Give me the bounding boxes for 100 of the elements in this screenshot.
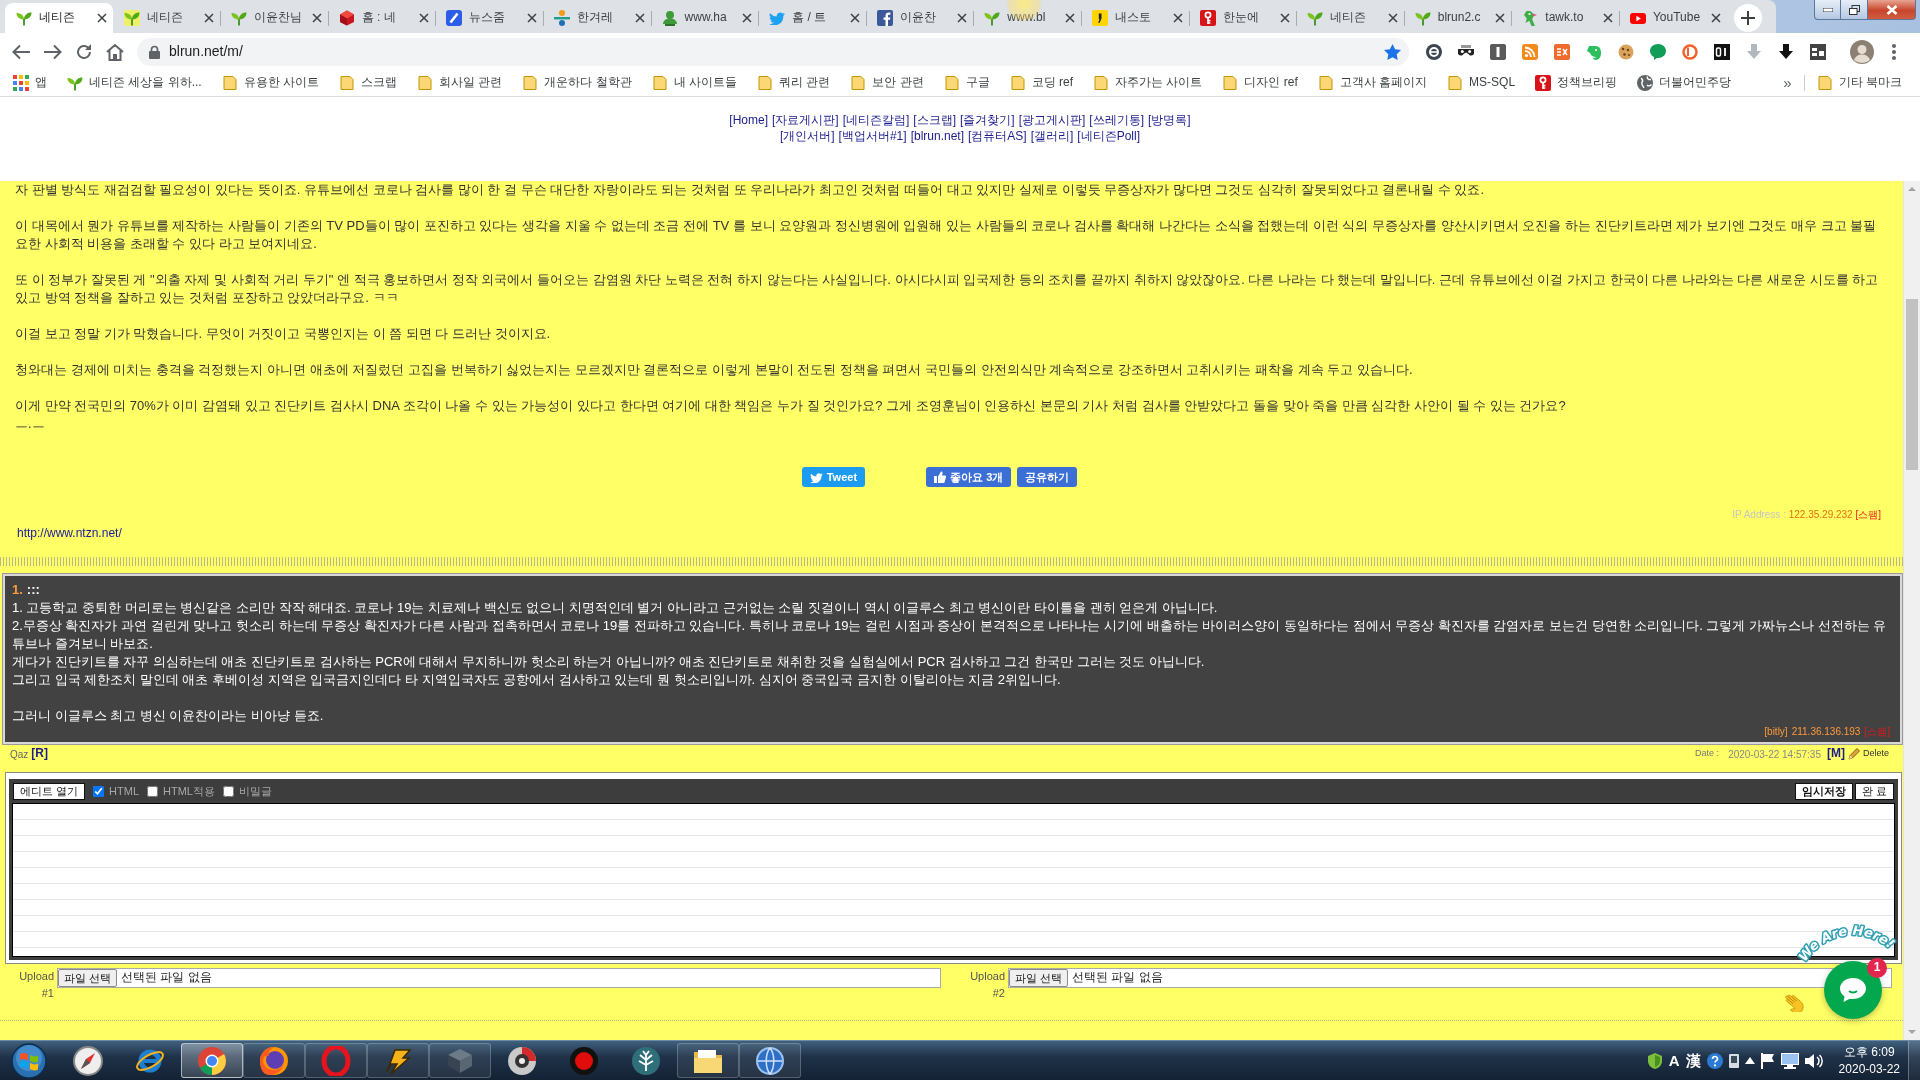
browser-tab[interactable]: 이윤찬 [865, 3, 974, 33]
minimize-button[interactable] [1814, 0, 1841, 20]
browser-tab[interactable]: 네티즌 [5, 3, 113, 33]
reply-link[interactable]: [R] [31, 746, 48, 762]
bookmark-item[interactable]: 코딩 ref [1009, 75, 1074, 91]
close-button[interactable] [1868, 0, 1916, 20]
taskbar-app-button[interactable] [677, 1043, 739, 1078]
bookmark-item[interactable]: 디자인 ref [1222, 75, 1298, 91]
reload-icon[interactable] [75, 42, 93, 61]
nav-link[interactable]: [네티즌Poll] [1077, 128, 1141, 144]
bookmark-item[interactable]: MS-SQL [1447, 75, 1516, 91]
nav-link[interactable]: [개인서버] [779, 128, 835, 144]
browser-tab[interactable]: www.bl [973, 3, 1081, 33]
download-arrow-icon[interactable] [1778, 43, 1794, 60]
bookmark-item[interactable]: 네티즌 세상을 위하... [67, 75, 202, 91]
bookmark-item[interactable]: 보안 관련 [850, 75, 924, 91]
file-field[interactable]: 파일 선택 선택된 파일 없음 [57, 968, 941, 988]
close-icon[interactable] [96, 13, 107, 23]
back-icon[interactable] [11, 43, 31, 60]
bookmark-item[interactable]: 앱 [13, 75, 47, 91]
help-icon[interactable] [1706, 1052, 1723, 1069]
browser-tab[interactable]: 네티즌 [1296, 3, 1404, 33]
speech-bubble-icon[interactable] [1650, 43, 1666, 60]
close-icon[interactable] [849, 13, 860, 23]
bookmark-item[interactable]: 쿼리 관련 [757, 75, 831, 91]
address-bar[interactable]: blrun.net/m/ [137, 37, 1409, 66]
choose-file-button[interactable]: 파일 선택 [58, 969, 118, 987]
like-button[interactable]: 좋아요 3개 [926, 467, 1012, 487]
bookmark-item[interactable]: 자주가는 사이트 [1093, 75, 1203, 91]
close-icon[interactable] [742, 13, 753, 23]
flag-icon[interactable] [1760, 1052, 1775, 1069]
submit-button[interactable]: 완 료 [1854, 782, 1894, 800]
choose-file-button[interactable]: 파일 선택 [1009, 969, 1069, 987]
taskbar-app-button[interactable] [739, 1043, 801, 1078]
chevron-up-icon[interactable] [1744, 1057, 1755, 1064]
browser-tab[interactable]: 홈 : 네 [327, 3, 436, 33]
checkbox[interactable] [93, 785, 105, 797]
browser-tab[interactable]: 이윤찬님 [220, 3, 328, 33]
browser-tab[interactable]: 한눈에 [1188, 3, 1297, 33]
bookmark-item[interactable]: 스크랩 [339, 75, 397, 91]
scrollbar-thumb[interactable] [1906, 299, 1918, 470]
checkbox[interactable] [222, 785, 234, 797]
browser-tab[interactable]: blrun2.c [1403, 3, 1512, 33]
bookmark-item[interactable]: 개운하다 철학관 [522, 75, 632, 91]
save-draft-button[interactable]: 임시저장 [1794, 782, 1853, 800]
ring-icon[interactable] [1682, 43, 1698, 60]
nav-link[interactable]: [컴퓨터AS] [968, 128, 1027, 144]
disc-icon[interactable] [1426, 43, 1442, 60]
nav-link[interactable]: [쓰레기통] [1089, 112, 1144, 128]
close-icon[interactable] [526, 13, 537, 23]
open-editor-button[interactable]: 에디트 열기 [13, 782, 86, 800]
nav-link[interactable]: [네티즌칼럼] [842, 112, 910, 128]
checkbox[interactable] [147, 785, 158, 797]
nav-link[interactable]: [광고게시판] [1018, 112, 1086, 128]
close-icon[interactable] [1387, 13, 1398, 23]
close-icon[interactable] [1280, 13, 1291, 23]
close-icon[interactable] [634, 13, 645, 23]
share-button[interactable]: 공유하기 [1017, 467, 1078, 487]
modify-link[interactable]: [M] [1827, 746, 1845, 762]
close-icon[interactable] [957, 13, 968, 23]
bookmark-item[interactable]: 고객사 홈페이지 [1317, 75, 1428, 91]
more-bookmarks-button[interactable]: » [1783, 73, 1792, 93]
bookmark-item[interactable]: 회사일 관련 [417, 75, 503, 91]
input-mode-indicator[interactable]: A [1668, 1050, 1680, 1071]
taskbar-app-button[interactable] [181, 1043, 243, 1078]
site-link[interactable]: http://www.ntzn.net/ [17, 526, 122, 540]
bookmark-item[interactable]: 기타 북마크 [1816, 75, 1902, 91]
bookmark-item[interactable]: 유용한 사이트 [221, 75, 319, 91]
bookmark-item[interactable]: 더불어민주당 [1637, 75, 1732, 91]
close-icon[interactable] [1602, 13, 1613, 23]
taskbar-app-button[interactable] [243, 1043, 305, 1078]
taskbar-app-button[interactable] [367, 1043, 429, 1078]
nav-link[interactable]: [즐겨찾기] [960, 112, 1015, 128]
bar-tile-icon[interactable] [1490, 43, 1506, 60]
browser-tab[interactable]: 네티즌 [112, 3, 221, 33]
browser-tab[interactable]: 한겨레 [542, 3, 651, 33]
shield-icon[interactable] [1646, 1052, 1663, 1069]
browser-tab[interactable]: YouTube [1618, 3, 1727, 33]
star-icon[interactable] [1384, 43, 1401, 60]
maximize-button[interactable] [1841, 0, 1868, 20]
bookmark-item[interactable]: 내 사이트들 [651, 75, 738, 91]
cookie-icon[interactable] [1618, 43, 1634, 60]
nav-link[interactable]: [백업서버#1] [838, 128, 907, 144]
close-icon[interactable] [419, 13, 430, 23]
show-desktop-button[interactable] [1908, 1041, 1920, 1080]
tile-icon[interactable] [1554, 43, 1570, 60]
nav-link[interactable]: [방명록] [1148, 112, 1191, 128]
close-icon[interactable] [1172, 13, 1183, 23]
browser-tab[interactable]: www.ha [650, 3, 759, 33]
nav-link[interactable]: [스크랩] [913, 112, 956, 128]
nav-link[interactable]: [blrun.net] [910, 128, 964, 144]
close-icon[interactable] [204, 13, 215, 23]
network-icon[interactable] [1780, 1052, 1799, 1069]
speaker-icon[interactable] [1804, 1052, 1823, 1069]
nav-link[interactable]: [갤러리] [1030, 128, 1074, 144]
avatar-icon[interactable] [1850, 39, 1874, 64]
input-mode-indicator[interactable]: 漢 [1685, 1050, 1701, 1071]
new-tab-button[interactable] [1733, 3, 1762, 32]
nav-link[interactable]: [Home] [729, 112, 768, 128]
browser-tab[interactable]: 홈 / 트 [758, 3, 866, 33]
